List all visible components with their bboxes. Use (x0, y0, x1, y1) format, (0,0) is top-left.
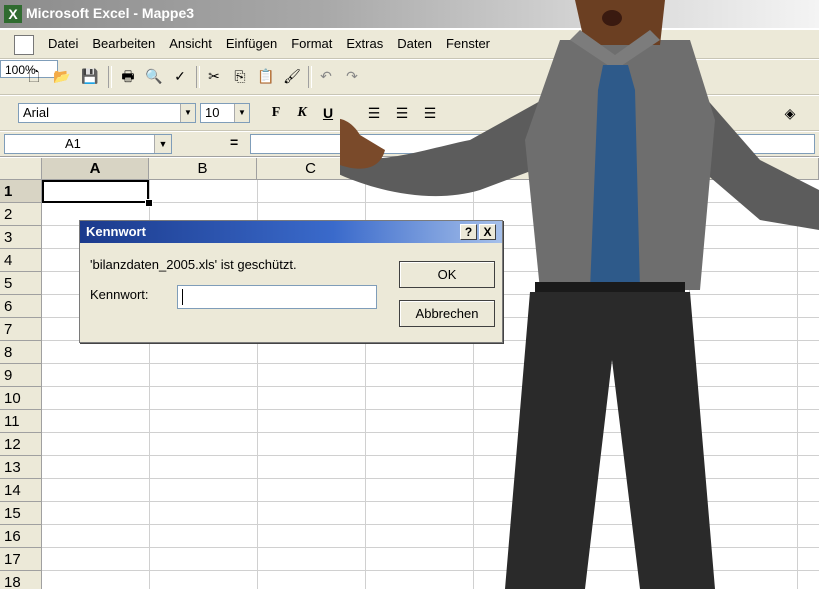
row-header[interactable]: 7 (0, 318, 42, 341)
row-header[interactable]: 14 (0, 479, 42, 502)
row-header[interactable]: 6 (0, 295, 42, 318)
name-box[interactable]: A1 ▼ (4, 134, 172, 154)
new-document-icon[interactable]: 🗋 (24, 67, 44, 85)
font-size-select[interactable]: 10 ▼ (200, 103, 250, 123)
bold-button[interactable]: F (266, 103, 286, 123)
row-header[interactable]: 4 (0, 249, 42, 272)
row-header[interactable]: 18 (0, 571, 42, 589)
row-header[interactable]: 13 (0, 456, 42, 479)
businessman-photo (340, 0, 819, 589)
menu-ansicht[interactable]: Ansicht (167, 36, 214, 51)
menu-datei[interactable]: Datei (46, 36, 80, 51)
font-select[interactable]: Arial ▼ (18, 103, 196, 123)
row-header[interactable]: 11 (0, 410, 42, 433)
italic-button[interactable]: K (292, 103, 312, 123)
spelling-icon[interactable]: ✓ (170, 67, 190, 85)
chevron-down-icon[interactable]: ▼ (180, 104, 195, 122)
save-icon[interactable]: 💾 (80, 67, 100, 85)
excel-icon: X (4, 5, 22, 23)
underline-button[interactable]: U (318, 103, 338, 123)
row-header[interactable]: 9 (0, 364, 42, 387)
row-header[interactable]: 15 (0, 502, 42, 525)
column-header-b[interactable]: B (149, 158, 257, 180)
row-header[interactable]: 17 (0, 548, 42, 571)
print-preview-icon[interactable]: 🔍 (144, 67, 164, 85)
row-header[interactable]: 12 (0, 433, 42, 456)
format-painter-icon[interactable]: 🖌 (282, 67, 302, 85)
open-folder-icon[interactable]: 📂 (52, 67, 72, 85)
row-header[interactable]: 16 (0, 525, 42, 548)
menu-einfuegen[interactable]: Einfügen (224, 36, 279, 51)
active-cell-a1[interactable] (42, 180, 149, 203)
equals-sign[interactable]: = (230, 134, 238, 150)
row-header[interactable]: 3 (0, 226, 42, 249)
column-header-a[interactable]: A (42, 158, 149, 180)
password-label: Kennwort: (90, 287, 149, 302)
fill-handle[interactable] (145, 199, 153, 207)
window-title: Microsoft Excel - Mappe3 (26, 5, 195, 21)
row-header[interactable]: 2 (0, 203, 42, 226)
paste-icon[interactable]: 📋 (256, 67, 276, 85)
copy-icon[interactable]: ⎘ (230, 67, 250, 85)
row-header[interactable]: 10 (0, 387, 42, 410)
font-size-value: 10 (205, 105, 220, 120)
chevron-down-icon[interactable]: ▼ (234, 104, 249, 122)
dialog-message: 'bilanzdaten_2005.xls' ist geschützt. (90, 257, 297, 272)
chevron-down-icon[interactable]: ▼ (154, 135, 171, 153)
row-header[interactable]: 8 (0, 341, 42, 364)
menu-bearbeiten[interactable]: Bearbeiten (90, 36, 157, 51)
row-header[interactable]: 5 (0, 272, 42, 295)
row-header[interactable]: 1 (0, 180, 42, 203)
document-icon[interactable] (14, 35, 34, 55)
print-icon[interactable]: 🖶 (118, 67, 138, 85)
cut-icon[interactable]: ✂ (204, 67, 224, 85)
undo-icon[interactable]: ↶ (316, 67, 336, 85)
select-all-corner[interactable] (0, 158, 42, 180)
font-value: Arial (23, 105, 50, 120)
menu-format[interactable]: Format (289, 36, 334, 51)
dialog-title: Kennwort (86, 224, 146, 239)
name-box-value: A1 (65, 136, 81, 151)
